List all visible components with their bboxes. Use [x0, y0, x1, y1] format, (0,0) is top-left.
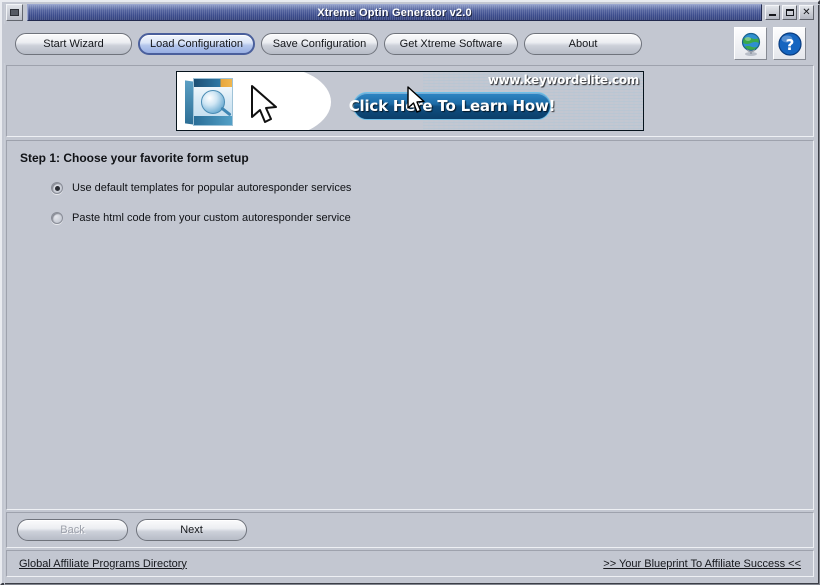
- minimize-button[interactable]: [765, 5, 780, 20]
- close-icon: ✕: [802, 6, 811, 18]
- svg-text:?: ?: [785, 36, 794, 54]
- affiliate-directory-link[interactable]: Global Affiliate Programs Directory: [19, 558, 187, 570]
- minimize-icon: [769, 14, 776, 16]
- next-button[interactable]: Next: [136, 519, 247, 541]
- status-bar: Global Affiliate Programs Directory >> Y…: [6, 550, 814, 577]
- main-content-panel: Step 1: Choose your favorite form setup …: [6, 140, 814, 510]
- toolbar-button-group: Start Wizard Load Configuration Save Con…: [15, 32, 642, 55]
- banner-url-label: www.keywordelite.com: [487, 73, 639, 87]
- system-menu-button[interactable]: [6, 4, 23, 21]
- toolbar-icon-group: ?: [734, 27, 806, 60]
- help-button[interactable]: ?: [773, 27, 806, 60]
- window-title: Xtreme Optin Generator v2.0: [317, 6, 472, 19]
- radio-option-custom-html[interactable]: Paste html code from your custom autores…: [51, 212, 351, 224]
- maximize-icon: [785, 9, 794, 16]
- advertisement-banner[interactable]: Click Here To Learn How! www.keywordelit…: [176, 71, 644, 131]
- title-strip[interactable]: Xtreme Optin Generator v2.0: [27, 4, 762, 21]
- globe-icon: [741, 32, 760, 56]
- blueprint-success-link[interactable]: >> Your Blueprint To Affiliate Success <…: [603, 558, 801, 570]
- close-button[interactable]: ✕: [799, 5, 814, 20]
- system-menu-icon: [10, 9, 19, 16]
- load-configuration-button[interactable]: Load Configuration: [138, 32, 255, 55]
- radio-button-unselected-icon[interactable]: [51, 212, 63, 224]
- banner-panel: Click Here To Learn How! www.keywordelit…: [6, 65, 814, 137]
- start-wizard-button[interactable]: Start Wizard: [15, 32, 132, 55]
- title-bar: Xtreme Optin Generator v2.0 ✕: [4, 3, 816, 22]
- radio-button-selected-icon[interactable]: [51, 182, 63, 194]
- banner-cta-button[interactable]: Click Here To Learn How!: [349, 92, 555, 120]
- application-window: Xtreme Optin Generator v2.0 ✕ Start Wiza…: [0, 0, 820, 585]
- globe-button[interactable]: [734, 27, 767, 60]
- product-box-icon: [185, 78, 233, 126]
- banner-cta-label: Click Here To Learn How!: [348, 97, 556, 115]
- toolbar: Start Wizard Load Configuration Save Con…: [4, 24, 816, 63]
- page-title: Step 1: Choose your favorite form setup: [20, 151, 249, 165]
- save-configuration-button[interactable]: Save Configuration: [261, 32, 378, 55]
- window-controls: ✕: [765, 5, 814, 20]
- maximize-button[interactable]: [782, 5, 797, 20]
- radio-option-default-templates-label: Use default templates for popular autore…: [72, 182, 352, 194]
- back-button[interactable]: Back: [17, 519, 128, 541]
- about-button[interactable]: About: [524, 32, 642, 55]
- radio-option-default-templates[interactable]: Use default templates for popular autore…: [51, 182, 351, 194]
- radio-option-custom-html-label: Paste html code from your custom autores…: [72, 212, 351, 224]
- get-xtreme-software-button[interactable]: Get Xtreme Software: [384, 32, 518, 55]
- navigation-bar: Back Next: [6, 512, 814, 548]
- help-icon: ?: [777, 31, 802, 56]
- banner-arrow-icon: [249, 84, 283, 126]
